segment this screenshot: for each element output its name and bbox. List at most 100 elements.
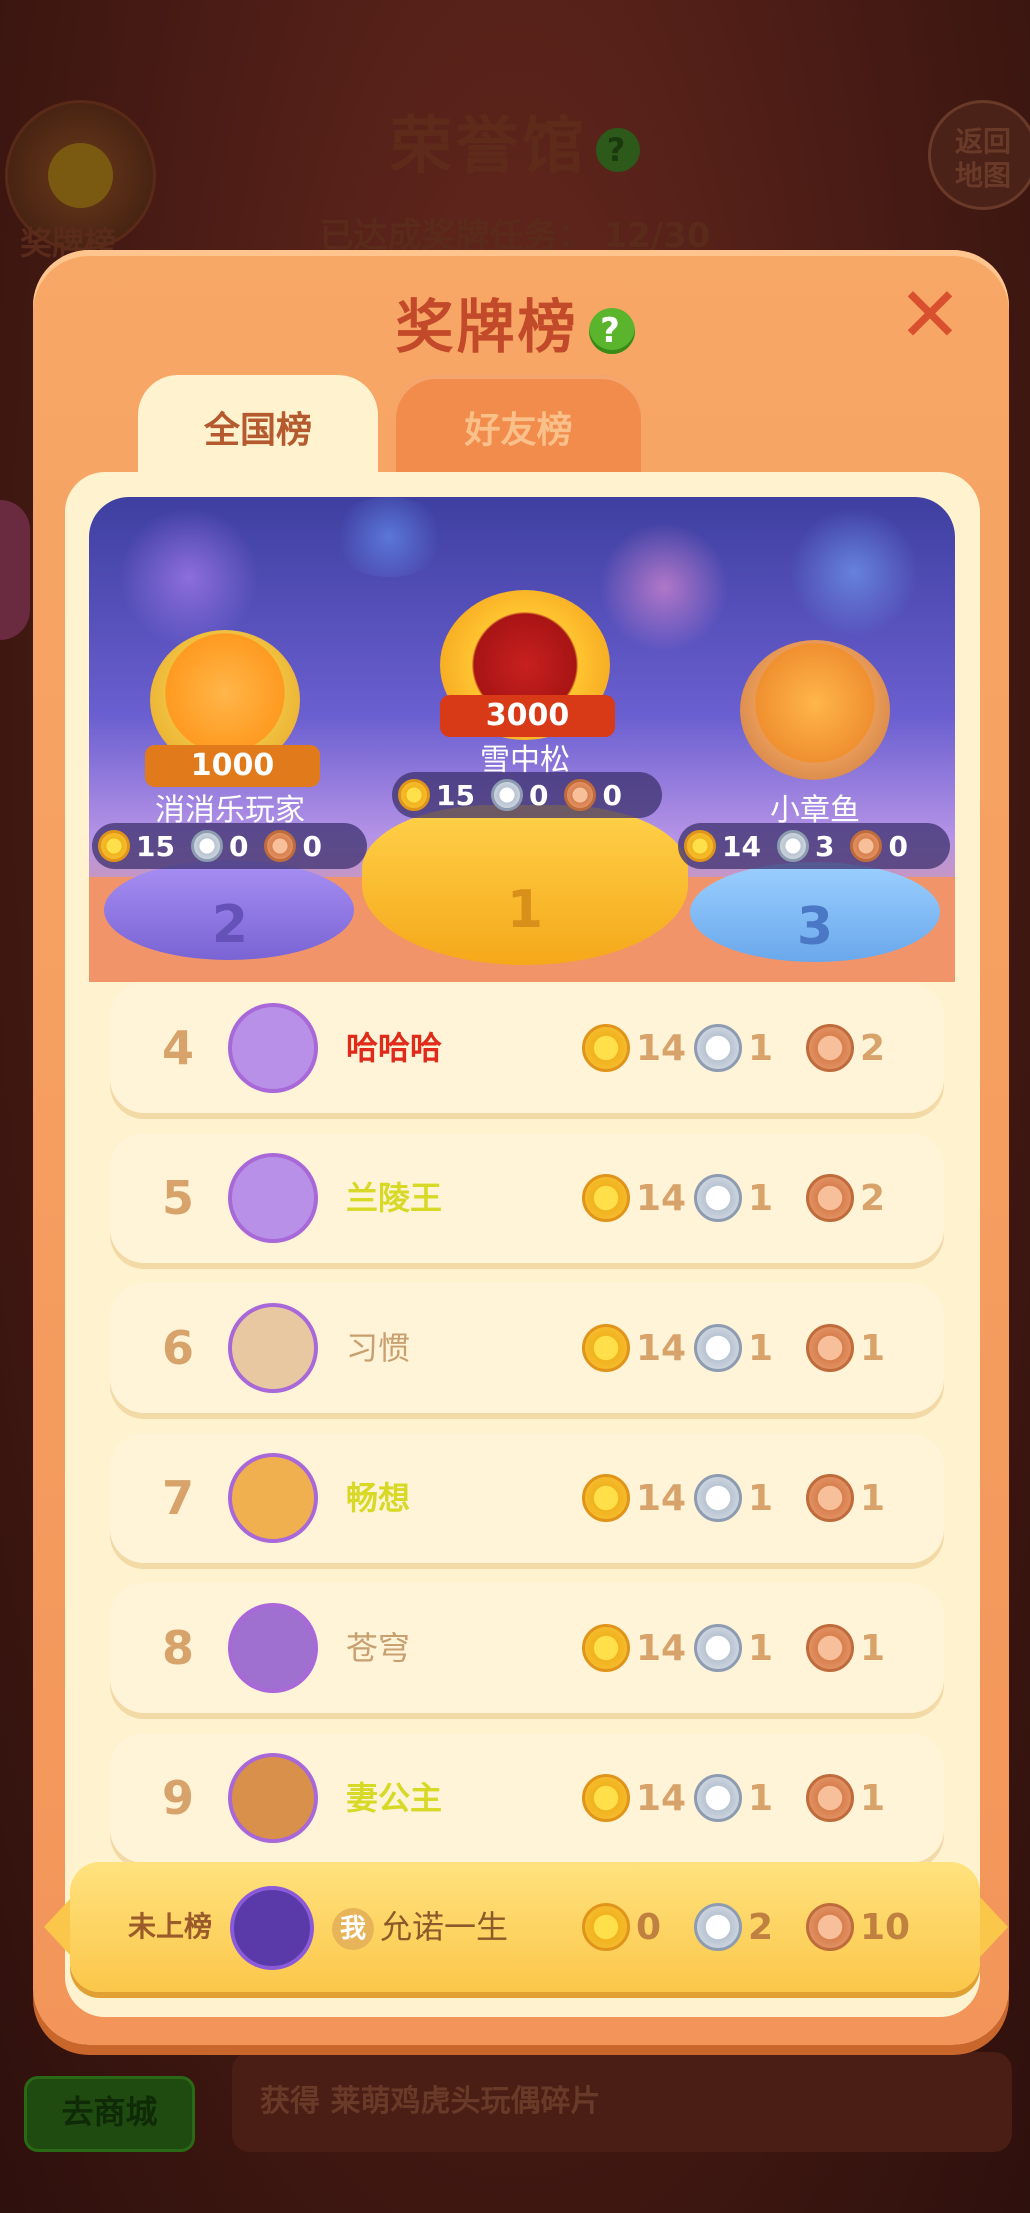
bronze-medal-icon — [806, 1474, 854, 1522]
gold-medal-icon — [398, 779, 430, 811]
player-name: 哈哈哈 — [346, 1029, 443, 1067]
silver-medal-icon — [694, 1324, 742, 1372]
player-avatar[interactable] — [228, 1303, 318, 1393]
firework-decoration — [329, 497, 449, 577]
silver-count: 1 — [748, 1027, 774, 1069]
silver-medal-icon — [694, 1774, 742, 1822]
tab-national[interactable]: 全国榜 — [138, 375, 378, 485]
pedestal-2-number: 2 — [211, 895, 249, 955]
player-avatar[interactable] — [228, 1003, 318, 1093]
gold-medal-icon — [582, 1024, 630, 1072]
player-avatar[interactable] — [228, 1753, 318, 1843]
back-line2: 地图 — [954, 159, 1011, 192]
close-button[interactable]: ✕ — [895, 277, 965, 353]
silver-count: 1 — [748, 1327, 774, 1369]
rank-number: 6 — [161, 1321, 194, 1375]
back-to-map-button[interactable]: 返回 地图 — [928, 100, 1030, 210]
bronze-medal-icon — [806, 1324, 854, 1372]
rank-number: 9 — [161, 1771, 194, 1825]
help-icon[interactable]: ? — [588, 307, 635, 354]
my-player-name: 允诺一生 — [380, 1908, 509, 1946]
rank-number: 4 — [161, 1021, 194, 1075]
silver-medal-icon — [694, 1024, 742, 1072]
bronze-medal-icon — [264, 830, 297, 862]
player-avatar[interactable] — [228, 1153, 318, 1243]
rank-number: 5 — [161, 1171, 194, 1225]
gold-medal-icon — [582, 1474, 630, 1522]
firework-decoration — [789, 507, 919, 637]
back-line1: 返回 — [954, 125, 1011, 158]
gold-count: 14 — [636, 1477, 687, 1519]
my-avatar[interactable] — [230, 1886, 314, 1970]
go-to-shop-button[interactable]: 去商城 — [24, 2076, 195, 2152]
my-bronze-count: 10 — [860, 1906, 911, 1948]
gold-count: 14 — [636, 1027, 687, 1069]
rank2-medal-bar: 15 0 0 — [92, 823, 367, 869]
firework-decoration — [599, 522, 729, 652]
rank-number: 8 — [161, 1621, 194, 1675]
medal-counts: 14 1 1 — [582, 1772, 918, 1824]
bronze-medal-icon — [806, 1774, 854, 1822]
gold-medal-icon — [684, 830, 716, 862]
medal-counts: 14 1 1 — [582, 1322, 918, 1374]
gold-count: 14 — [636, 1627, 687, 1669]
medal-counts: 14 1 1 — [582, 1472, 918, 1524]
hall-title-text: 荣誉馆 — [389, 109, 588, 182]
bronze-medal-icon — [850, 830, 883, 862]
bronze-count: 2 — [860, 1027, 886, 1069]
rank3-silver-count: 3 — [814, 829, 835, 863]
medal-counts: 14 1 2 — [582, 1022, 918, 1074]
silver-count: 1 — [748, 1777, 774, 1819]
player-name: 兰陵王 — [346, 1179, 443, 1217]
side-arrow-tab[interactable] — [0, 500, 30, 640]
silver-medal-icon — [190, 830, 223, 862]
bronze-count: 2 — [860, 1177, 886, 1219]
rank3-bronze-count: 0 — [888, 829, 908, 863]
gold-count: 14 — [636, 1177, 687, 1219]
hall-of-honor-title: 荣誉馆? — [0, 95, 1030, 185]
medal-counts: 14 1 2 — [582, 1172, 918, 1224]
ranking-row[interactable]: 8 苍穹 14 1 1 — [110, 1583, 944, 1713]
gold-medal-icon — [98, 830, 130, 862]
silver-medal-icon — [694, 1903, 742, 1951]
rank1-bronze-count: 0 — [602, 778, 622, 812]
rank2-gold-count: 15 — [136, 829, 175, 863]
modal-title: 奖牌榜? — [0, 280, 1030, 364]
tab-friends[interactable]: 好友榜 — [396, 375, 641, 485]
bronze-medal-icon — [806, 1024, 854, 1072]
rank1-score-banner: 3000 — [440, 695, 615, 737]
my-medal-counts: 0 2 10 — [582, 1901, 918, 1953]
ranking-row[interactable]: 5 兰陵王 14 1 2 — [110, 1133, 944, 1263]
gold-medal-icon — [582, 1624, 630, 1672]
self-row-left-tip — [44, 1897, 72, 1957]
rank1-gold-count: 15 — [436, 778, 475, 812]
silver-medal-icon — [490, 779, 523, 811]
hall-help-icon[interactable]: ? — [596, 127, 640, 172]
pedestal-1-number: 1 — [506, 880, 544, 940]
ranking-row[interactable]: 9 妻公主 14 1 1 — [110, 1733, 944, 1863]
rank1-silver-count: 0 — [528, 778, 549, 812]
self-row-right-tip — [980, 1897, 1008, 1957]
me-badge: 我 — [332, 1908, 374, 1950]
gold-medal-icon — [582, 1174, 630, 1222]
gold-count: 14 — [636, 1777, 687, 1819]
ranking-row[interactable]: 6 习惯 14 1 1 — [110, 1283, 944, 1413]
bronze-chick-trophy-icon — [740, 640, 890, 780]
silver-count: 1 — [748, 1627, 774, 1669]
player-avatar[interactable] — [228, 1453, 318, 1543]
player-avatar[interactable] — [228, 1603, 318, 1693]
player-name: 习惯 — [346, 1329, 411, 1367]
bronze-medal-icon — [806, 1903, 854, 1951]
ranking-row[interactable]: 4 哈哈哈 14 1 2 — [110, 983, 944, 1113]
medal-counts: 14 1 1 — [582, 1622, 918, 1674]
bronze-count: 1 — [860, 1327, 886, 1369]
my-silver-count: 2 — [748, 1906, 774, 1948]
rank1-medal-bar: 15 0 0 — [392, 772, 662, 818]
rank2-score-banner: 1000 — [145, 745, 320, 787]
bronze-medal-icon — [564, 779, 597, 811]
player-name: 妻公主 — [346, 1779, 443, 1817]
silver-medal-icon — [694, 1474, 742, 1522]
silver-medal-icon — [694, 1624, 742, 1672]
rank3-medal-bar: 14 3 0 — [678, 823, 950, 869]
ranking-row[interactable]: 7 畅想 14 1 1 — [110, 1433, 944, 1563]
